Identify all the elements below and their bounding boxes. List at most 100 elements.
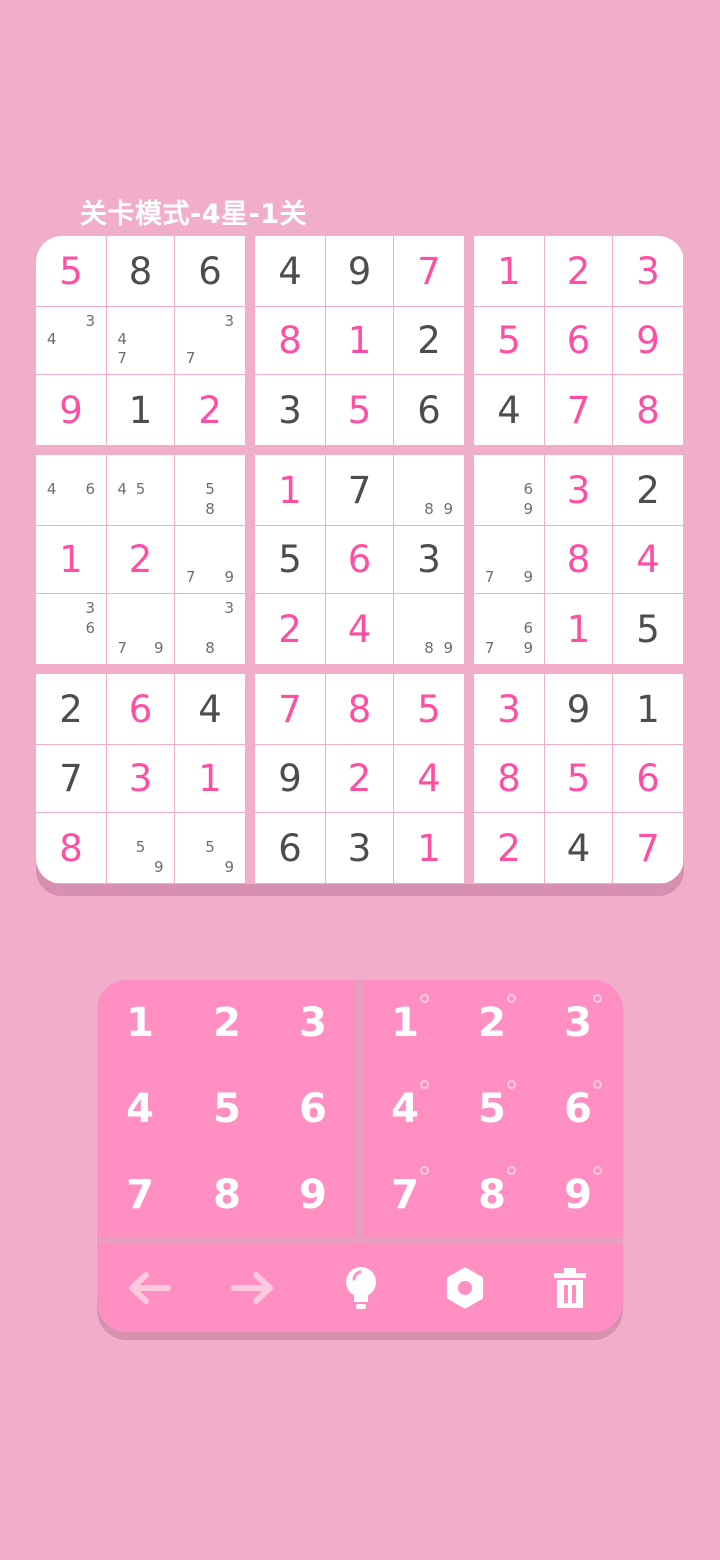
board-cell[interactable]: 1 (326, 307, 393, 374)
board-cell[interactable]: 4 (474, 375, 544, 445)
note-key-3[interactable]: 3 (535, 980, 621, 1066)
board-cell[interactable]: 5 (326, 375, 393, 445)
board-cell[interactable]: 6 (255, 813, 325, 883)
board-cell[interactable]: 58 (175, 455, 245, 525)
board-cell[interactable]: 4 (613, 526, 683, 593)
board-cell[interactable]: 8 (326, 674, 393, 744)
board-cell[interactable]: 4 (175, 674, 245, 744)
board-cell[interactable]: 8 (36, 813, 106, 883)
board-cell[interactable]: 8 (107, 236, 174, 306)
number-key-7[interactable]: 7 (97, 1152, 183, 1238)
delete-button[interactable] (535, 1244, 605, 1332)
board-cell[interactable]: 7 (613, 813, 683, 883)
board-cell[interactable]: 2 (394, 307, 464, 374)
board-cell[interactable]: 8 (474, 745, 544, 812)
board-cell[interactable]: 9 (613, 307, 683, 374)
board-cell[interactable]: 1 (175, 745, 245, 812)
board-cell[interactable]: 1 (107, 375, 174, 445)
number-key-6[interactable]: 6 (270, 1066, 356, 1152)
board-cell[interactable]: 5 (36, 236, 106, 306)
board-cell[interactable]: 2 (545, 236, 612, 306)
number-key-4[interactable]: 4 (97, 1066, 183, 1152)
board-cell[interactable]: 37 (175, 307, 245, 374)
board-cell[interactable]: 1 (545, 594, 612, 664)
note-key-2[interactable]: 2 (449, 980, 535, 1066)
note-key-5[interactable]: 5 (449, 1066, 535, 1152)
board-cell[interactable]: 4 (255, 236, 325, 306)
board-cell[interactable]: 1 (36, 526, 106, 593)
board-cell[interactable]: 45 (107, 455, 174, 525)
board-cell[interactable]: 5 (545, 745, 612, 812)
board-cell[interactable]: 79 (474, 526, 544, 593)
note-key-9[interactable]: 9 (535, 1152, 621, 1238)
undo-button[interactable] (113, 1244, 183, 1332)
redo-button[interactable] (219, 1244, 289, 1332)
board-cell[interactable]: 4 (545, 813, 612, 883)
hint-button[interactable] (326, 1244, 396, 1332)
board-cell[interactable]: 34 (36, 307, 106, 374)
board-cell[interactable]: 36 (36, 594, 106, 664)
number-key-9[interactable]: 9 (270, 1152, 356, 1238)
note-key-1[interactable]: 1 (362, 980, 448, 1066)
board-cell[interactable]: 9 (36, 375, 106, 445)
board-cell[interactable]: 59 (107, 813, 174, 883)
board-cell[interactable]: 6 (107, 674, 174, 744)
board-cell[interactable]: 89 (394, 594, 464, 664)
board-cell[interactable]: 5 (394, 674, 464, 744)
board-cell[interactable]: 6 (394, 375, 464, 445)
board-cell[interactable]: 2 (613, 455, 683, 525)
board-cell[interactable]: 4 (326, 594, 393, 664)
board-cell[interactable]: 6 (326, 526, 393, 593)
board-cell[interactable]: 47 (107, 307, 174, 374)
board-cell[interactable]: 89 (394, 455, 464, 525)
number-key-5[interactable]: 5 (184, 1066, 270, 1152)
board-cell[interactable]: 7 (545, 375, 612, 445)
board-cell[interactable]: 7 (255, 674, 325, 744)
note-key-8[interactable]: 8 (449, 1152, 535, 1238)
note-key-4[interactable]: 4 (362, 1066, 448, 1152)
board-cell[interactable]: 2 (326, 745, 393, 812)
board-cell[interactable]: 3 (255, 375, 325, 445)
note-key-6[interactable]: 6 (535, 1066, 621, 1152)
board-cell[interactable]: 9 (255, 745, 325, 812)
board-cell[interactable]: 6 (545, 307, 612, 374)
board-cell[interactable]: 9 (545, 674, 612, 744)
board-cell[interactable]: 2 (255, 594, 325, 664)
board-cell[interactable]: 2 (36, 674, 106, 744)
board-cell[interactable]: 1 (255, 455, 325, 525)
board-cell[interactable]: 6 (613, 745, 683, 812)
board-cell[interactable]: 1 (613, 674, 683, 744)
number-key-3[interactable]: 3 (270, 980, 356, 1066)
board-cell[interactable]: 1 (394, 813, 464, 883)
board-cell[interactable]: 3 (107, 745, 174, 812)
board-cell[interactable]: 3 (474, 674, 544, 744)
number-key-2[interactable]: 2 (184, 980, 270, 1066)
board-cell[interactable]: 3 (326, 813, 393, 883)
board-cell[interactable]: 9 (326, 236, 393, 306)
note-key-7[interactable]: 7 (362, 1152, 448, 1238)
board-cell[interactable]: 7 (326, 455, 393, 525)
board-cell[interactable]: 3 (613, 236, 683, 306)
board-cell[interactable]: 79 (175, 526, 245, 593)
board-cell[interactable]: 2 (107, 526, 174, 593)
number-key-8[interactable]: 8 (184, 1152, 270, 1238)
board-cell[interactable]: 69 (474, 455, 544, 525)
board-cell[interactable]: 7 (36, 745, 106, 812)
board-cell[interactable]: 2 (175, 375, 245, 445)
board-cell[interactable]: 1 (474, 236, 544, 306)
board-cell[interactable]: 59 (175, 813, 245, 883)
board-cell[interactable]: 2 (474, 813, 544, 883)
settings-button[interactable] (430, 1244, 500, 1332)
board-cell[interactable]: 5 (613, 594, 683, 664)
board-cell[interactable]: 79 (107, 594, 174, 664)
board-cell[interactable]: 8 (255, 307, 325, 374)
board-cell[interactable]: 3 (545, 455, 612, 525)
board-cell[interactable]: 8 (545, 526, 612, 593)
board-cell[interactable]: 38 (175, 594, 245, 664)
board-cell[interactable]: 5 (474, 307, 544, 374)
board-cell[interactable]: 46 (36, 455, 106, 525)
board-cell[interactable]: 7 (394, 236, 464, 306)
board-cell[interactable]: 3 (394, 526, 464, 593)
board-cell[interactable]: 6 (175, 236, 245, 306)
number-key-1[interactable]: 1 (97, 980, 183, 1066)
